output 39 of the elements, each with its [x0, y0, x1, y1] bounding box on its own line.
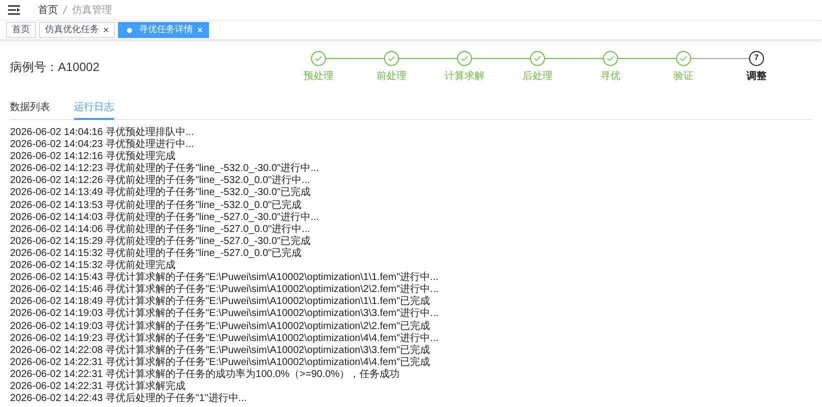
step-label: 验证 — [674, 70, 694, 84]
page-tab[interactable]: 首页 — [6, 22, 36, 38]
step-label: 预处理 — [304, 70, 334, 84]
log-line: 2026-06-02 14:19:23 寻优计算求解的子任务"E:\Puwei\sim\A10002\optimization\4\4.fem"进行中... — [10, 332, 440, 344]
step-label: 调整 — [746, 70, 766, 84]
menu-icon[interactable] — [8, 5, 20, 15]
log-line: 2026-06-02 14:15:46 寻优计算求解的子任务"E:\Puwei\sim\A10002\optimization\2\2.fem"进行中... — [10, 284, 440, 296]
log-line: 2026-06-02 14:13:49 寻优前处理的子任务"line_-532.0_-30.0"已完成 — [10, 187, 312, 200]
log-line: 2026-06-02 14:19:03 寻优计算求解的子任务"E:\Puwei\sim\A10002\optimization\3\3.fem"进行中... — [10, 308, 440, 320]
step-label: 寻优 — [600, 70, 620, 84]
log-line: 2026-06-02 14:12:23 寻优前处理的子任务"line_-532.0_-30.0"进行中... — [10, 163, 320, 174]
case-number: 病例号：A10002 — [10, 59, 100, 76]
log-line: 2026-06-02 14:22:31 寻优计算求解的子任务"E:\Puwei\sim\A10002\optimization\4\4.fem"已完成 — [10, 356, 432, 368]
step-label: 后处理 — [522, 70, 552, 84]
log-line: 2026-06-02 14:15:43 寻优计算求解的子任务"E:\Puwei\sim\A10002\optimization\1\1.fem"进行中... — [10, 272, 440, 284]
log-line: 2026-06-02 14:18:49 寻优计算求解的子任务"E:\Puwei\sim\A10002\optimization\1\1.fem"已完成 — [10, 296, 432, 308]
log-line: 2026-06-02 14:12:16 寻优预处理完成 — [10, 151, 177, 162]
log-line: 2026-06-02 14:14:03 寻优前处理的子任务"line_-527.0_-30.0"进行中... — [10, 212, 320, 224]
log-line: 2026-06-02 14:04:23 寻优预处理进行中... — [10, 139, 195, 150]
log-line: 2026-06-02 14:15:32 寻优前处理完成 — [10, 260, 177, 272]
log-line: 2026-06-02 14:19:03 寻优计算求解的子任务"E:\Puwei\sim\A10002\optimization\2\2.fem"已完成 — [10, 320, 432, 332]
log-line: 2026-06-02 14:13:53 寻优前处理的子任务"line_-532.0_0.0"已完成 — [10, 200, 303, 212]
log-line: 2026-06-02 14:12:26 寻优前处理的子任务"line_-532.0_0.0"进行中... — [10, 175, 312, 186]
log-line: 2026-06-02 14:22:31 寻优计算求解完成 — [10, 380, 187, 392]
page-tab[interactable]: 仿真优化任务 — [39, 22, 115, 38]
log-line: 2026-06-02 14:22:31 寻优计算求解的子任务的成功率为100.0%（>=90.0%），任务成功 — [10, 368, 401, 380]
log-line: 2026-06-02 14:15:32 寻优前处理的子任务"line_-527.0_0.0"已完成 — [10, 248, 303, 260]
log-line: 2026-06-02 14:04:16 寻优预处理排队中... — [10, 127, 195, 138]
close-icon[interactable] — [103, 27, 109, 33]
log-line: 2026-06-02 14:22:08 寻优计算求解的子任务"E:\Puwei\sim\A10002\optimization\3\3.fem"已完成 — [10, 344, 432, 356]
log-line: 2026-06-02 14:22:43 寻优后处理的子任务"1"进行中... — [10, 393, 248, 406]
content-tab[interactable]: 数据列表 — [10, 100, 50, 120]
breadcrumb-separator-icon — [63, 6, 67, 14]
step-label: 计算求解 — [444, 70, 484, 84]
log-line: 2026-06-02 14:15:29 寻优前处理的子任务"line_-527.0_-30.0"已完成 — [10, 236, 312, 248]
step-number: 7 — [749, 50, 764, 66]
log-line: 2026-06-02 14:14:06 寻优前处理的子任务"line_-527.0_0.0"进行中... — [10, 224, 312, 236]
step-label: 前处理 — [376, 70, 406, 84]
breadcrumb-link[interactable]: 首页 — [38, 2, 58, 18]
